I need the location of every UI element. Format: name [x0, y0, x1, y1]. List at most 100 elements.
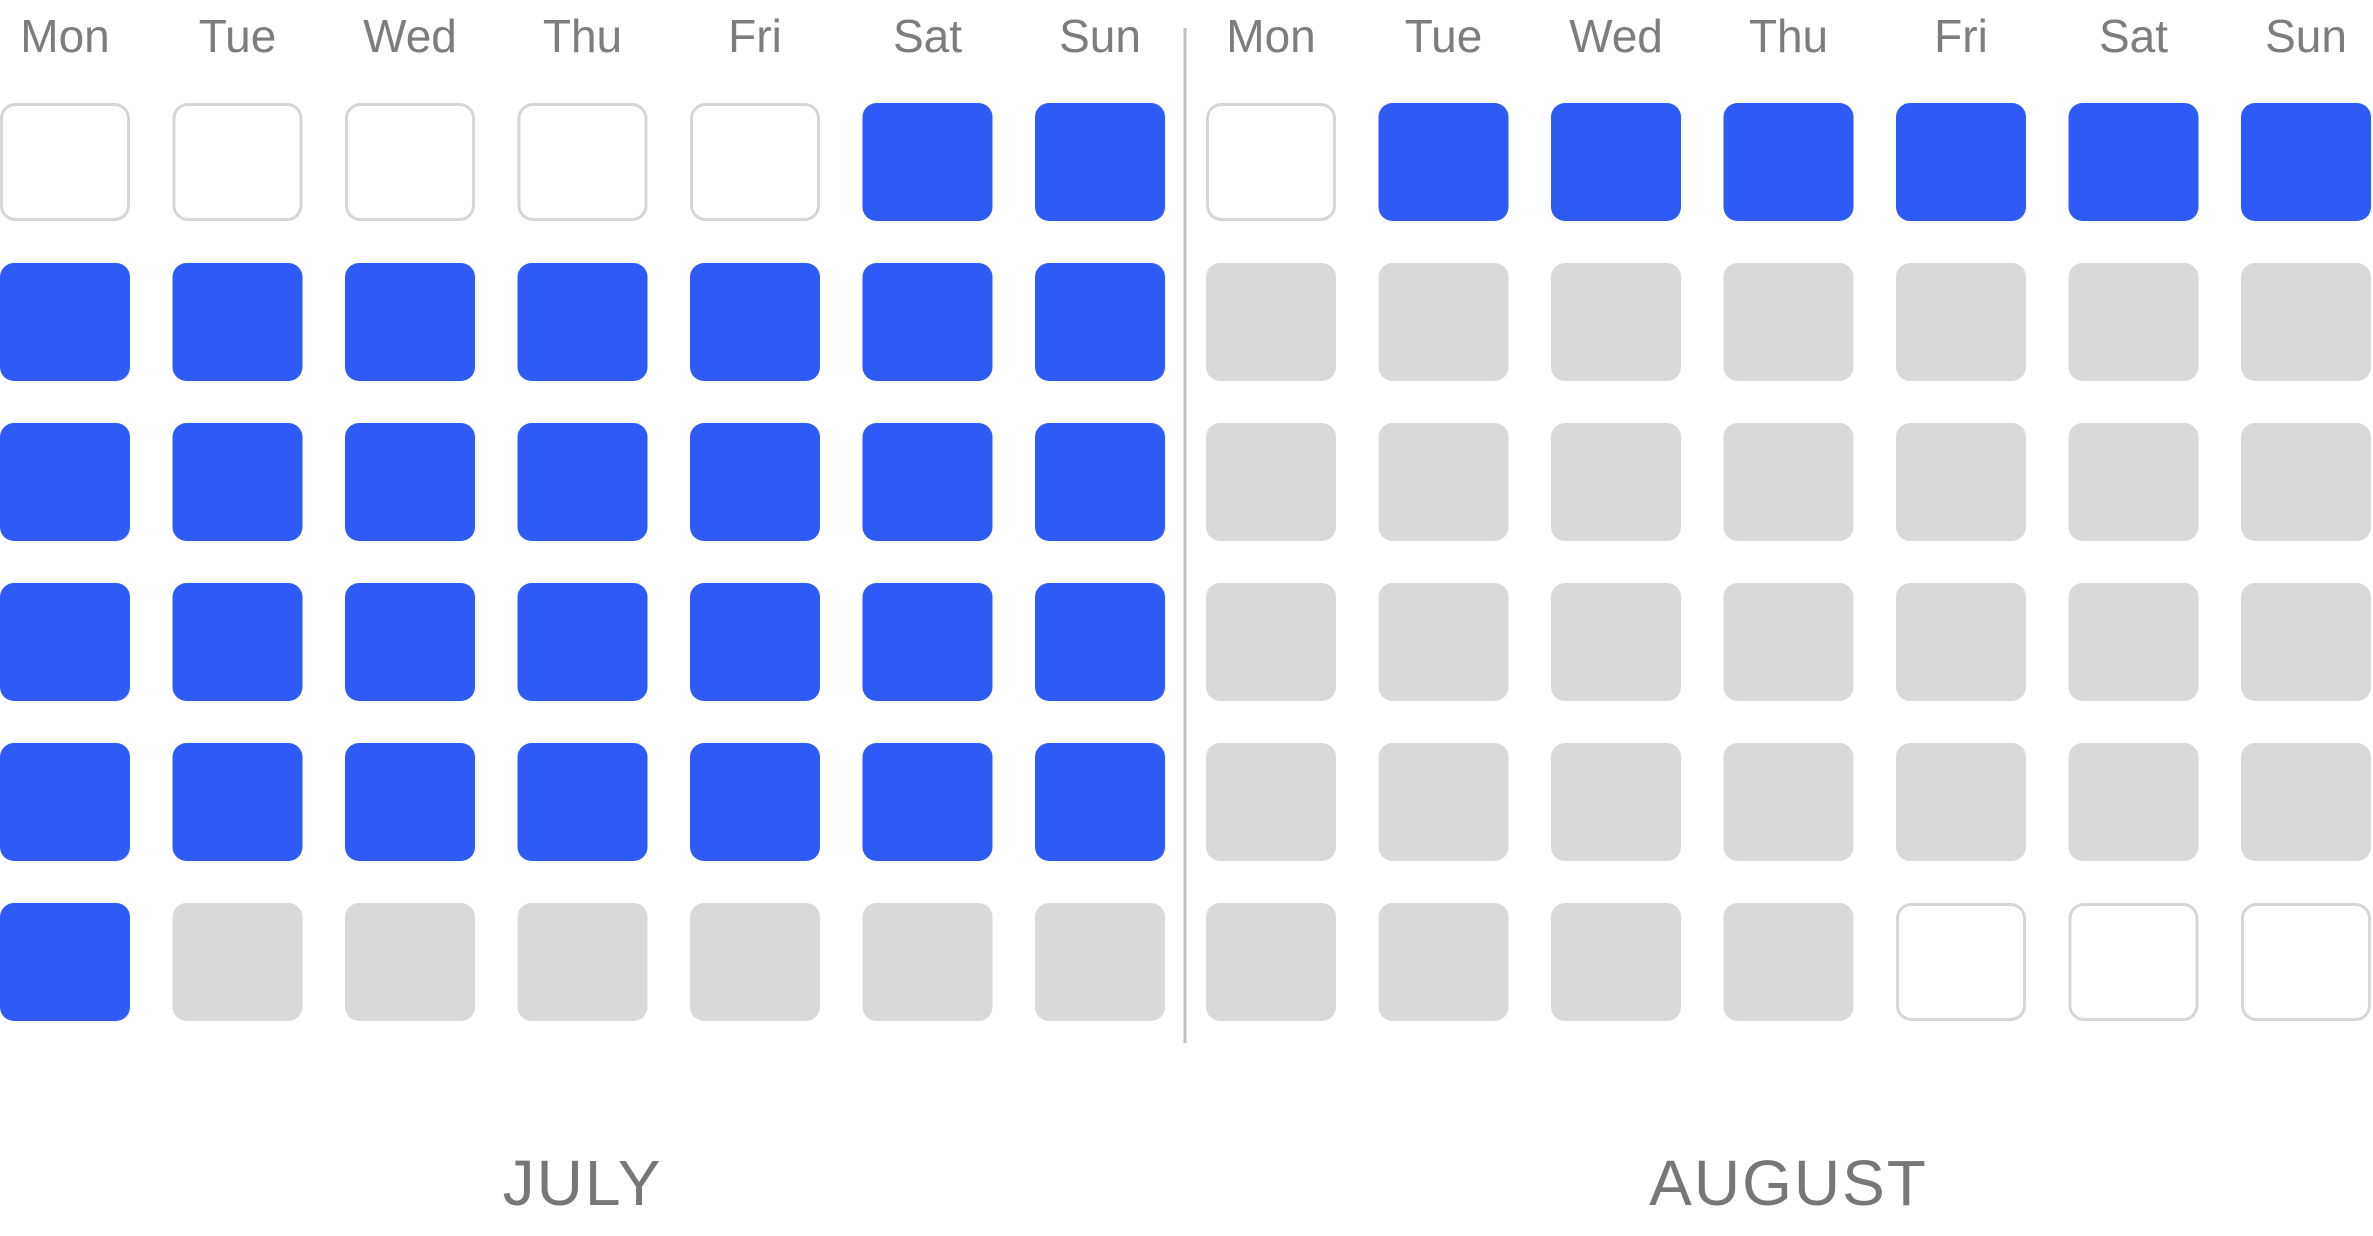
day-cell-outside [1206, 103, 1336, 221]
day-cell-remaining [172, 903, 303, 1021]
day-cell-remaining [1378, 743, 1509, 861]
day-cell-done [690, 423, 820, 541]
day-cell-done [172, 263, 303, 381]
day-cell-outside [0, 103, 130, 221]
day-cell-remaining [345, 903, 475, 1021]
day-cell-done [1378, 103, 1509, 221]
day-cell-done [0, 743, 130, 861]
weekday-label: Thu [1749, 10, 1828, 62]
day-cell-remaining [1378, 903, 1509, 1021]
day-cell-done [517, 583, 648, 701]
day-cell-outside [690, 103, 820, 221]
weekday-label: Mon [1226, 10, 1315, 62]
day-cell-remaining [2241, 423, 2371, 541]
day-cell-outside [1896, 903, 2026, 1021]
day-cell-remaining [1723, 423, 1854, 541]
day-cell-remaining [2068, 423, 2199, 541]
month-july: Mon Tue Wed Thu Fri Sat Sun JULY [0, 10, 1165, 1219]
day-cell-outside [517, 103, 648, 221]
calendar-chart: Mon Tue Wed Thu Fri Sat Sun JULY Mon Tue Wed Thu Fri… [0, 10, 2371, 1219]
day-cell-remaining [1378, 263, 1509, 381]
day-cell-done [345, 743, 475, 861]
day-cell-done [1551, 103, 1681, 221]
day-cell-done [517, 743, 648, 861]
weekday-label: Wed [1569, 10, 1663, 62]
day-cell-remaining [1206, 903, 1336, 1021]
day-cell-remaining [1206, 743, 1336, 861]
day-cell-remaining [1896, 263, 2026, 381]
day-cell-remaining [1206, 423, 1336, 541]
day-cell-outside [2068, 903, 2199, 1021]
day-cell-remaining [1723, 263, 1854, 381]
day-cell-done [172, 423, 303, 541]
day-cell-outside [172, 103, 303, 221]
day-cell-done [517, 263, 648, 381]
weekday-label: Tue [199, 10, 277, 62]
day-cell-outside [345, 103, 475, 221]
weekday-label: Wed [363, 10, 457, 62]
day-cell-done [862, 263, 993, 381]
weekday-label: Tue [1405, 10, 1483, 62]
weekday-label: Sun [2265, 10, 2347, 62]
day-cell-done [862, 103, 993, 221]
day-cell-done [172, 743, 303, 861]
day-cell-remaining [1206, 263, 1336, 381]
day-cell-remaining [1378, 583, 1509, 701]
day-cell-done [1035, 263, 1165, 381]
day-cell-done [0, 583, 130, 701]
day-cell-outside [2241, 903, 2371, 1021]
day-cell-done [0, 263, 130, 381]
day-cell-done [0, 423, 130, 541]
day-cell-remaining [1723, 903, 1854, 1021]
day-cell-remaining [1551, 263, 1681, 381]
day-cell-done [2068, 103, 2199, 221]
day-cell-done [2241, 103, 2371, 221]
day-cell-remaining [1551, 583, 1681, 701]
day-cell-remaining [1896, 583, 2026, 701]
day-cell-remaining [1206, 583, 1336, 701]
day-cell-done [172, 583, 303, 701]
day-cell-done [862, 743, 993, 861]
weekday-label: Sat [2099, 10, 2168, 62]
day-cell-remaining [1896, 423, 2026, 541]
day-cell-remaining [862, 903, 993, 1021]
day-cell-done [1035, 743, 1165, 861]
day-cell-remaining [1551, 743, 1681, 861]
day-cell-remaining [2068, 743, 2199, 861]
day-cell-done [862, 423, 993, 541]
month-august: Mon Tue Wed Thu Fri Sat Sun AUGUST [1206, 10, 2371, 1219]
day-cell-done [690, 583, 820, 701]
day-cell-done [1896, 103, 2026, 221]
month-label: JULY [503, 1147, 663, 1219]
weekday-label: Fri [728, 10, 782, 62]
day-cell-remaining [1723, 583, 1854, 701]
day-cell-remaining [2068, 263, 2199, 381]
day-cell-remaining [1551, 423, 1681, 541]
day-cell-remaining [2241, 583, 2371, 701]
day-cell-remaining [1723, 743, 1854, 861]
day-cell-done [862, 583, 993, 701]
day-cell-remaining [1896, 743, 2026, 861]
day-cell-remaining [517, 903, 648, 1021]
weekday-label: Thu [543, 10, 622, 62]
day-cell-remaining [1035, 903, 1165, 1021]
month-label: AUGUST [1649, 1147, 1928, 1219]
day-cell-done [1035, 583, 1165, 701]
day-cell-done [345, 583, 475, 701]
day-cell-remaining [2068, 583, 2199, 701]
weekday-label: Sat [893, 10, 962, 62]
weekday-label: Mon [20, 10, 109, 62]
day-cell-done [0, 903, 130, 1021]
day-cell-done [1035, 103, 1165, 221]
day-cell-remaining [1551, 903, 1681, 1021]
day-cell-remaining [2241, 743, 2371, 861]
day-cell-done [517, 423, 648, 541]
weekday-label: Fri [1934, 10, 1988, 62]
day-cell-done [1723, 103, 1854, 221]
day-cell-remaining [690, 903, 820, 1021]
day-cell-done [345, 423, 475, 541]
day-cell-remaining [2241, 263, 2371, 381]
day-cell-done [1035, 423, 1165, 541]
day-cell-done [690, 263, 820, 381]
day-cell-done [345, 263, 475, 381]
